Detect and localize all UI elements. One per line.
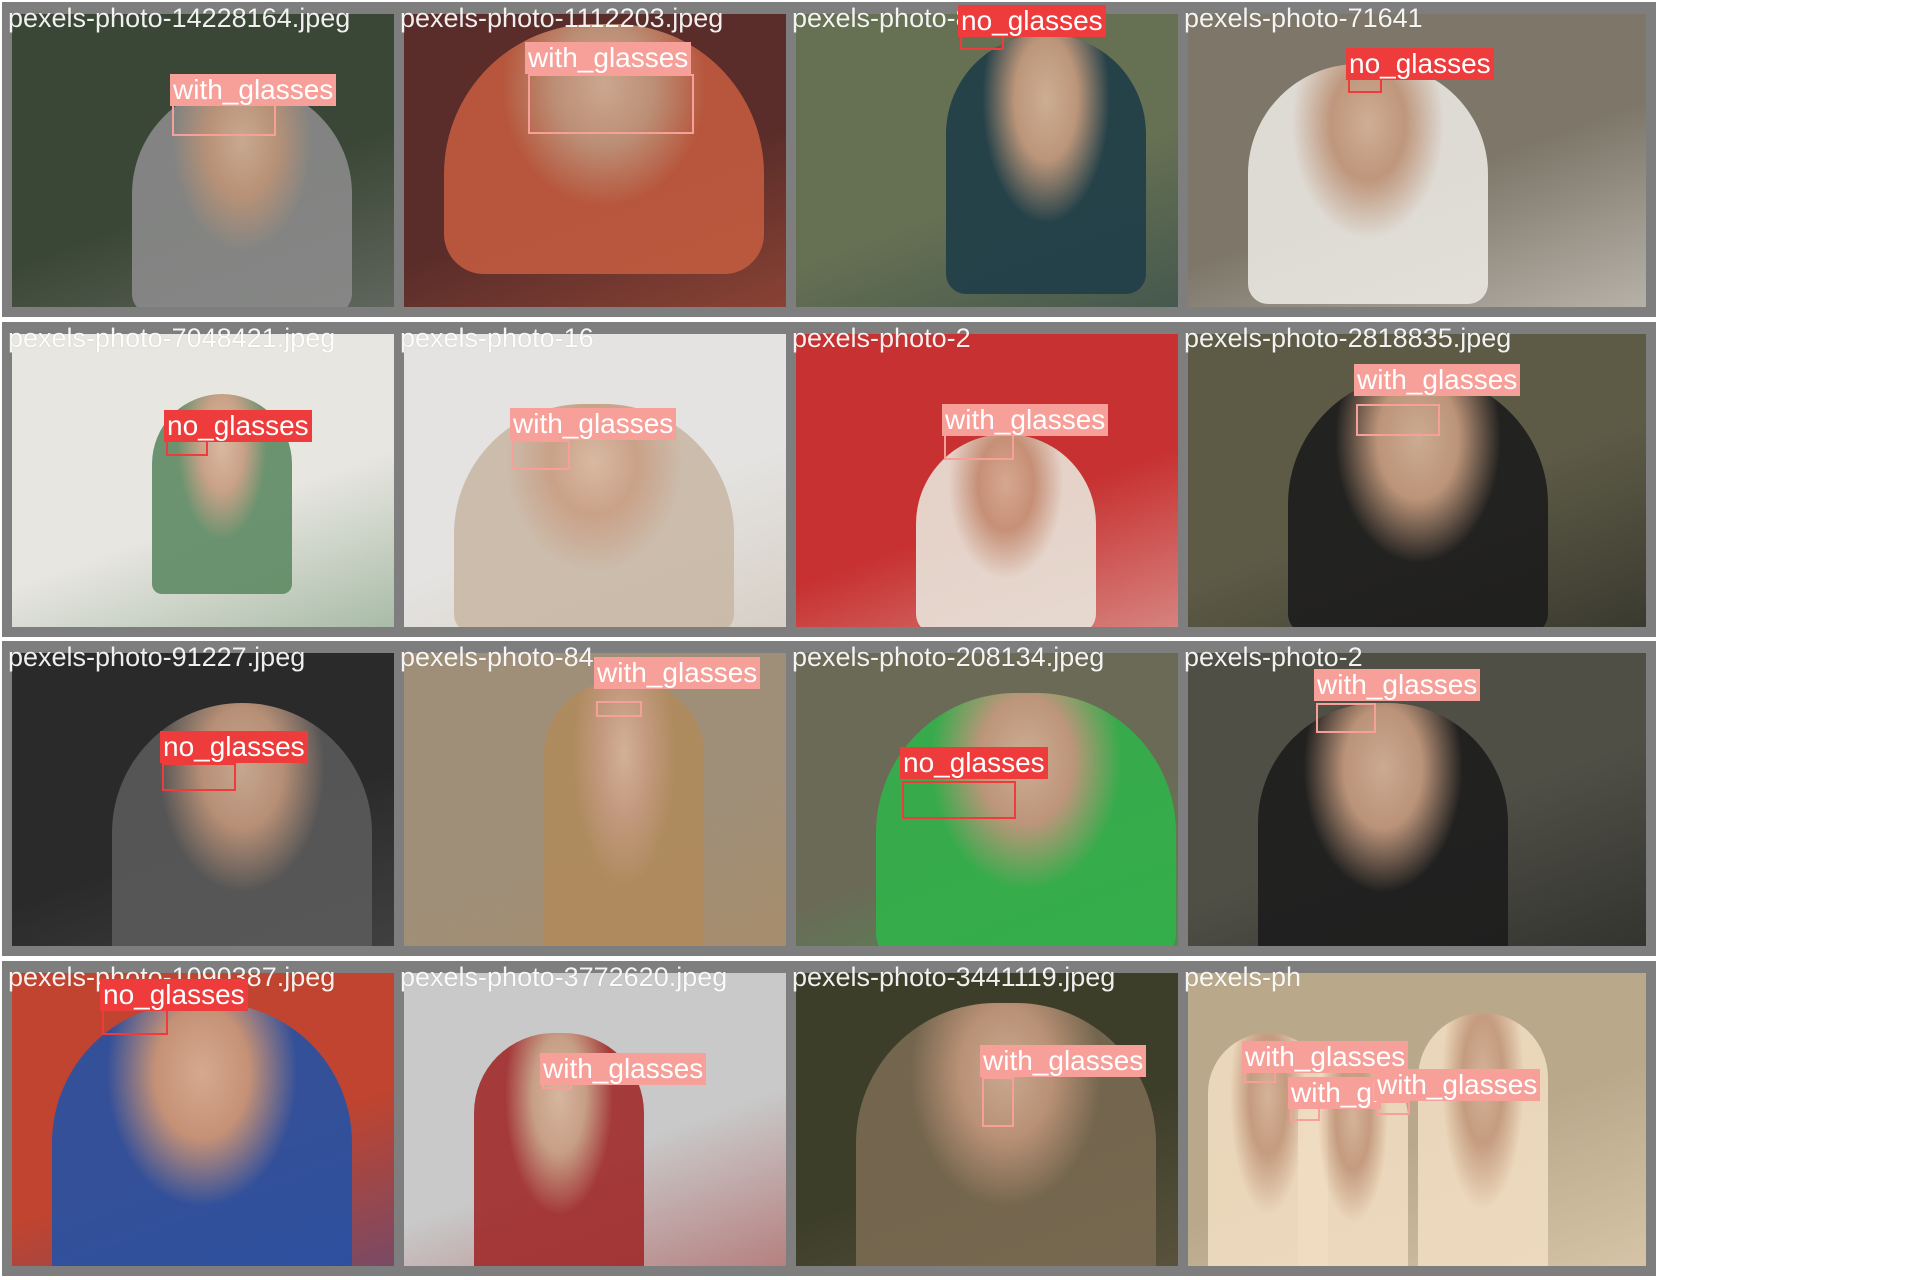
detection-label: with_glasses bbox=[942, 404, 1109, 436]
person-silhouette bbox=[1258, 703, 1508, 946]
detection-label: with_glasses bbox=[170, 74, 337, 106]
detection-box bbox=[982, 1077, 1014, 1127]
detection-label: with_glasses bbox=[1374, 1069, 1541, 1101]
person-silhouette bbox=[856, 1003, 1156, 1266]
image-tile[interactable]: no_glasses pexels-photo-71641 bbox=[1178, 2, 1656, 317]
filename-label: pexels-photo-7048421.jpeg bbox=[8, 323, 336, 353]
image-tile[interactable]: with_glasses pexels-photo-2818835.jpeg bbox=[1178, 322, 1656, 637]
filename-label: pexels-photo-2 bbox=[792, 323, 971, 353]
detection-box bbox=[102, 1009, 168, 1035]
photo bbox=[1188, 973, 1646, 1266]
detection-box bbox=[172, 104, 276, 136]
detection-box bbox=[1290, 1107, 1320, 1121]
detection-label: with_glasses bbox=[1314, 669, 1481, 701]
detection-box bbox=[944, 434, 1014, 460]
detection-box bbox=[1356, 404, 1440, 436]
person-silhouette bbox=[876, 693, 1176, 946]
image-tile[interactable]: with_glasses pexels-photo-2 bbox=[1178, 641, 1656, 956]
filename-label: pexels-photo-91227.jpeg bbox=[8, 642, 306, 672]
person-silhouette bbox=[1248, 64, 1488, 304]
detection-label: with_glasses bbox=[510, 408, 677, 440]
detection-label: no_glasses bbox=[164, 410, 312, 442]
filename-label: pexels-photo-3772620.jpeg bbox=[400, 962, 728, 992]
detection-label: no_glasses bbox=[958, 5, 1106, 37]
detection-label: with_glasses bbox=[980, 1045, 1147, 1077]
detection-label: no_glasses bbox=[100, 979, 248, 1011]
detection-box bbox=[162, 763, 236, 791]
detection-label: no_glasses bbox=[900, 747, 1048, 779]
filename-label: pexels-photo-2818835.jpeg bbox=[1184, 323, 1512, 353]
filename-label: pexels-photo-71641 bbox=[1184, 3, 1423, 33]
detection-label: with_gl bbox=[1288, 1077, 1382, 1109]
person-silhouette bbox=[916, 434, 1096, 627]
detection-label: no_glasses bbox=[160, 731, 308, 763]
detection-box bbox=[902, 781, 1016, 819]
person-silhouette bbox=[52, 1003, 352, 1266]
detection-label: with_glasses bbox=[594, 657, 761, 689]
detection-label: with_glasses bbox=[540, 1053, 707, 1085]
person-silhouette bbox=[544, 683, 704, 946]
detection-box bbox=[512, 440, 570, 470]
filename-label: pexels-photo-16 bbox=[400, 323, 594, 353]
detection-label: with_glasses bbox=[525, 42, 692, 74]
filename-label: pexels-photo-1112203.jpeg bbox=[400, 3, 724, 33]
filename-label: pexels-photo-84 bbox=[400, 642, 594, 672]
filename-label: pexels-photo-14228164.jpeg bbox=[8, 3, 351, 33]
detection-box bbox=[166, 440, 208, 456]
detection-label: no_glasses bbox=[1346, 48, 1494, 80]
detection-box bbox=[1316, 703, 1376, 733]
detection-box bbox=[596, 701, 642, 717]
filename-label: pexels-photo-208134.jpeg bbox=[792, 642, 1105, 672]
filename-label: pexels-ph bbox=[1184, 962, 1302, 992]
detection-label: with_glasses bbox=[1354, 364, 1521, 396]
image-tile[interactable]: with_glasses with_gl with_glasses pexels… bbox=[1178, 961, 1656, 1276]
filename-label: pexels-photo-3441119.jpeg bbox=[792, 962, 1116, 992]
detection-box bbox=[528, 74, 694, 134]
person-silhouette bbox=[946, 34, 1146, 294]
filename-label: pexels-photo-8 bbox=[792, 3, 971, 33]
person-silhouette bbox=[1418, 1013, 1548, 1266]
image-grid: with_glasses pexels-photo-14228164.jpeg … bbox=[0, 0, 1920, 1280]
